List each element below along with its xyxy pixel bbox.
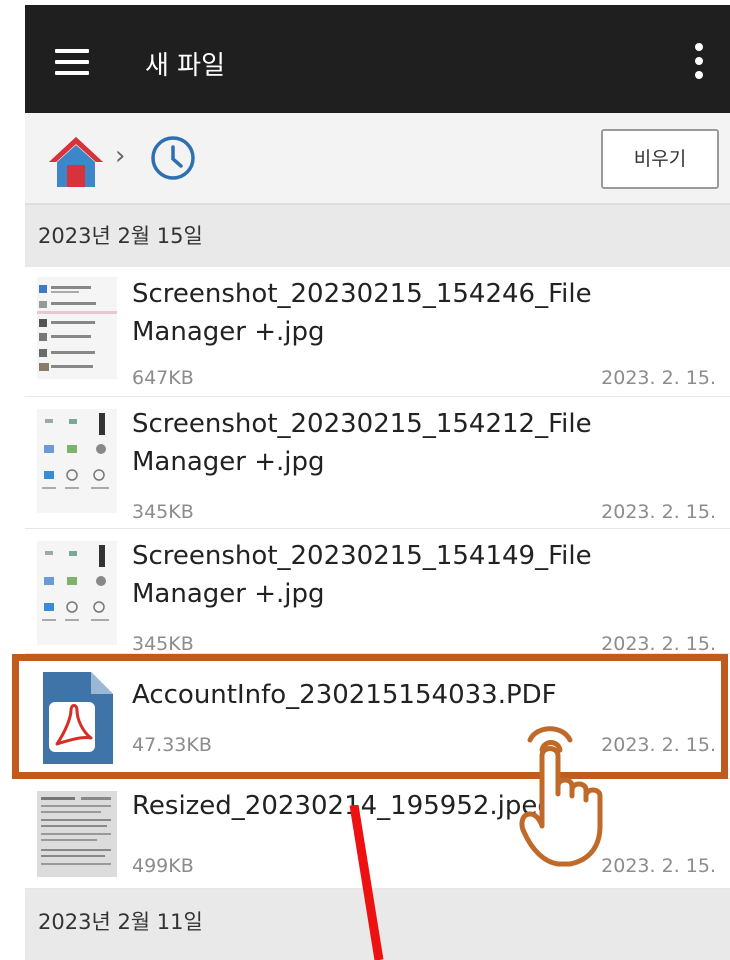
file-date: 2023. 2. 15. xyxy=(601,633,716,655)
file-row-screenshot-154149[interactable]: Screenshot_20230215_154149_File Manager … xyxy=(25,529,730,655)
file-size: 499KB xyxy=(132,855,194,877)
file-thumbnail xyxy=(37,541,117,645)
file-size: 345KB xyxy=(132,501,194,523)
clock-icon[interactable] xyxy=(150,135,196,181)
clear-button[interactable]: 비우기 xyxy=(601,129,719,189)
app-bar: 새 파일 xyxy=(25,5,730,113)
file-date: 2023. 2. 15. xyxy=(601,367,716,389)
file-thumbnail xyxy=(37,277,117,379)
file-row-accountinfo-pdf[interactable]: AccountInfo_230215154033.PDF 47.33KB 202… xyxy=(25,654,730,779)
file-size: 647KB xyxy=(132,367,194,389)
file-thumbnail xyxy=(37,791,117,877)
file-name: Resized_20230214_195952.jpeg xyxy=(132,791,554,821)
file-thumbnail xyxy=(37,409,117,513)
more-options-icon[interactable] xyxy=(692,41,706,81)
file-size: 345KB xyxy=(132,633,194,655)
file-date: 2023. 2. 15. xyxy=(601,734,716,756)
hamburger-menu-icon[interactable] xyxy=(55,49,89,75)
breadcrumb: › 비우기 xyxy=(25,113,730,205)
file-row-resized-jpeg[interactable]: Resized_20230214_195952.jpeg 499KB 2023.… xyxy=(25,779,730,889)
breadcrumb-separator: › xyxy=(115,141,126,171)
pdf-file-icon xyxy=(43,672,113,764)
file-date: 2023. 2. 15. xyxy=(601,501,716,523)
file-name: Screenshot_20230215_154246_File Manager … xyxy=(132,279,592,347)
file-row-screenshot-154246[interactable]: Screenshot_20230215_154246_File Manager … xyxy=(25,267,730,397)
file-row-screenshot-154212[interactable]: Screenshot_20230215_154212_File Manager … xyxy=(25,397,730,529)
home-icon[interactable] xyxy=(47,135,105,189)
app-title: 새 파일 xyxy=(145,51,226,81)
file-date: 2023. 2. 15. xyxy=(601,855,716,877)
file-size: 47.33KB xyxy=(132,734,212,756)
date-header: 2023년 2월 11일 xyxy=(25,889,730,960)
file-name: Screenshot_20230215_154212_File Manager … xyxy=(132,409,592,477)
file-name: AccountInfo_230215154033.PDF xyxy=(132,680,557,710)
file-name: Screenshot_20230215_154149_File Manager … xyxy=(132,541,592,609)
date-header: 2023년 2월 15일 xyxy=(25,205,730,267)
